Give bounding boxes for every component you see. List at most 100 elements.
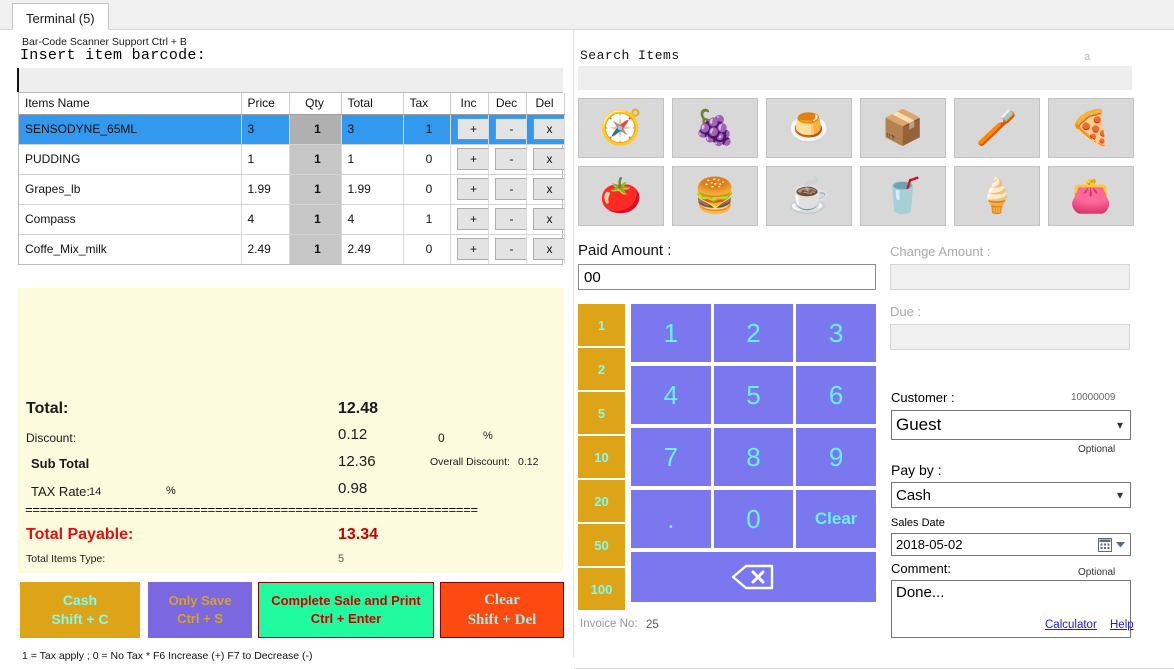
help-link[interactable]: Help [1110, 619, 1134, 631]
denomination-button-5[interactable]: 5 [578, 392, 625, 434]
keypad-key-2[interactable]: 2 [713, 304, 794, 362]
table-row[interactable]: Coffe_Mix_milk 2.49 1 2.49 0 + - x [19, 234, 565, 264]
customer-select[interactable]: Guest ▾ [891, 410, 1131, 440]
chevron-down-icon: ▾ [1116, 488, 1123, 502]
delete-row-button[interactable]: x [532, 178, 563, 200]
clear-button[interactable]: Clear Shift + Del [440, 582, 564, 638]
invoice-no-label: Invoice No: [580, 618, 638, 630]
decrease-quantity-button[interactable]: - [494, 238, 525, 261]
delete-row-button[interactable]: x [532, 148, 563, 170]
clear-button-line1: Clear [484, 591, 520, 608]
product-tile-ice-cream[interactable]: 🍦 [954, 166, 1040, 226]
decrease-quantity-button[interactable]: - [494, 118, 525, 140]
complete-sale-and-print-button[interactable]: Complete Sale and Print Ctrl + Enter [258, 582, 434, 638]
search-input[interactable] [578, 66, 1132, 90]
keypad-key-7[interactable]: 7 [631, 428, 711, 486]
increase-quantity-button[interactable]: + [456, 178, 487, 200]
total-items-type-value: 5 [338, 553, 345, 565]
decrease-quantity-button-cell: - [488, 114, 527, 145]
decrease-quantity-button-cell: - [488, 234, 527, 264]
due-label: Due : [890, 304, 922, 319]
increase-quantity-button[interactable]: + [456, 148, 487, 170]
keypad-key-4[interactable]: 4 [631, 366, 711, 424]
paid-amount-input[interactable] [578, 264, 876, 290]
product-tile-wallet[interactable]: 👛 [1048, 166, 1134, 226]
product-tile-compass[interactable]: 🧭 [578, 98, 664, 158]
comment-optional-hint: Optional [1078, 567, 1116, 578]
denomination-button-1[interactable]: 1 [578, 304, 625, 346]
item-price-cell: 2.49 [241, 234, 290, 264]
barcode-input[interactable] [17, 68, 563, 92]
product-tile-grid: 🧭 🍇 🍮 📦 🪥 🍕 🍅 🍔 ☕ 🥤 🍦 👛 [578, 98, 1136, 226]
only-save-button-line1: Only Save [168, 593, 232, 609]
pay-by-select[interactable]: Cash ▾ [891, 482, 1131, 508]
cash-button[interactable]: Cash Shift + C [20, 582, 140, 638]
coffee-cup-icon: ☕ [787, 177, 831, 215]
backspace-icon [732, 564, 774, 590]
keypad-key-6[interactable]: 6 [796, 366, 876, 424]
only-save-button[interactable]: Only Save Ctrl + S [148, 582, 252, 638]
keypad-key-3[interactable]: 3 [796, 304, 876, 362]
delete-row-button[interactable]: x [532, 208, 563, 230]
table-row[interactable]: Compass 4 1 4 1 + - x [19, 204, 565, 235]
keypad-key-8[interactable]: 8 [713, 428, 794, 486]
backspace-button[interactable] [631, 552, 876, 602]
table-row[interactable]: SENSODYNE_65ML 3 1 3 1 + - x [19, 114, 565, 145]
denomination-button-100[interactable]: 100 [578, 568, 625, 610]
tax-rate-value[interactable]: 14 [89, 486, 101, 498]
increase-quantity-button[interactable]: + [456, 118, 487, 140]
product-tile-pudding[interactable]: 🍮 [766, 98, 852, 158]
keypad-key-0[interactable]: 0 [713, 490, 794, 548]
item-tax-cell: 0 [403, 174, 451, 205]
customer-optional-hint: Optional [1078, 444, 1116, 455]
delete-row-button[interactable]: x [532, 238, 563, 261]
product-tile-burger[interactable]: 🍔 [672, 166, 758, 226]
keypad-key-decimal[interactable]: . [631, 490, 711, 548]
compass-icon: 🧭 [599, 109, 643, 147]
decrease-quantity-button[interactable]: - [494, 148, 525, 170]
sales-date-label: Sales Date [891, 517, 945, 529]
product-tile-toothpaste[interactable]: 🪥 [954, 98, 1040, 158]
keypad-key-9[interactable]: 9 [796, 428, 876, 486]
increase-quantity-button[interactable]: + [456, 208, 487, 230]
item-qty-cell: 1 [289, 234, 342, 264]
delete-row-button[interactable]: x [532, 118, 563, 140]
item-tax-cell: 1 [403, 114, 451, 145]
keypad-key-1[interactable]: 1 [631, 304, 711, 362]
left-panel: Bar-Code Scanner Support Ctrl + B Insert… [0, 30, 573, 662]
denomination-button-10[interactable]: 10 [578, 436, 625, 478]
product-tile-coffee-cup[interactable]: ☕ [766, 166, 852, 226]
calendar-icon[interactable] [1098, 537, 1130, 552]
tab-terminal[interactable]: Terminal (5) [12, 3, 109, 30]
product-tile-package[interactable]: 📦 [860, 98, 946, 158]
item-price-cell: 3 [241, 114, 290, 145]
keypad-key-clear[interactable]: Clear [796, 490, 876, 548]
decrease-quantity-button[interactable]: - [494, 178, 525, 200]
denomination-button-2[interactable]: 2 [578, 348, 625, 390]
total-value: 12.48 [338, 400, 379, 417]
table-row[interactable]: PUDDING 1 1 1 0 + - x [19, 144, 565, 175]
delete-row-button-cell: x [526, 204, 565, 235]
comment-label: Comment: [891, 561, 951, 576]
subtotal-value: 12.36 [338, 453, 376, 470]
calculator-link[interactable]: Calculator [1045, 619, 1097, 631]
product-tile-pizza[interactable]: 🍕 [1048, 98, 1134, 158]
increase-quantity-button[interactable]: + [456, 238, 487, 261]
delete-row-button-cell: x [526, 144, 565, 175]
item-total-cell: 3 [341, 114, 404, 145]
sales-date-picker[interactable]: 2018-05-02 [891, 533, 1131, 556]
keypad-key-5[interactable]: 5 [713, 366, 794, 424]
discount-percent-value[interactable]: 0 [438, 431, 445, 445]
customer-id-value: 10000009 [1071, 392, 1116, 403]
items-table: Items Name Price Qty Total Tax Inc Dec D… [18, 92, 565, 265]
table-row[interactable]: Grapes_lb 1.99 1 1.99 0 + - x [19, 174, 565, 205]
grapes-icon: 🍇 [693, 109, 737, 147]
discount-percent-symbol: % [483, 430, 493, 442]
denomination-button-50[interactable]: 50 [578, 524, 625, 566]
increase-quantity-button-cell: + [450, 144, 489, 175]
product-tile-tomato[interactable]: 🍅 [578, 166, 664, 226]
decrease-quantity-button[interactable]: - [494, 208, 525, 230]
product-tile-cola-bottle[interactable]: 🥤 [860, 166, 946, 226]
product-tile-grapes[interactable]: 🍇 [672, 98, 758, 158]
denomination-button-20[interactable]: 20 [578, 480, 625, 522]
